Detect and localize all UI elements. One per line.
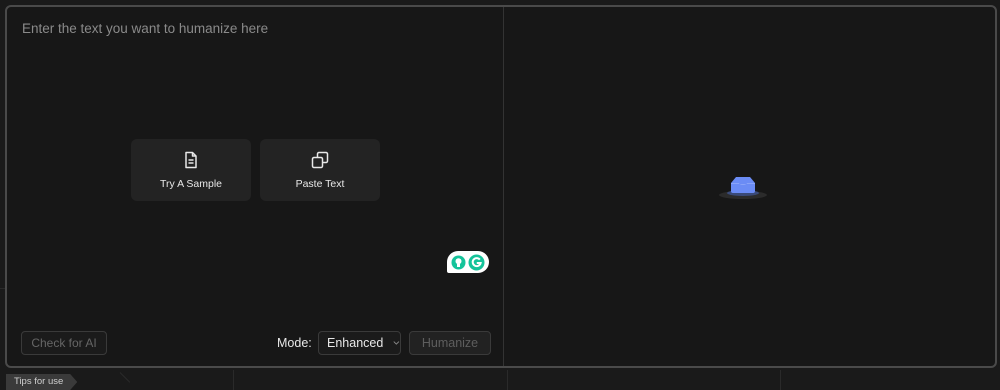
paste-text-label: Paste Text xyxy=(295,177,345,190)
background-grid-line xyxy=(119,372,131,383)
mode-select-value: Enhanced xyxy=(327,336,384,350)
check-for-ai-button[interactable]: Check for AI xyxy=(21,331,107,355)
humanizer-panel: Enter the text you want to humanize here… xyxy=(5,5,997,368)
grammarly-icon xyxy=(468,254,485,270)
background-grid-line xyxy=(780,370,781,390)
humanize-button[interactable]: Humanize xyxy=(409,331,491,355)
background-grid-line xyxy=(233,370,234,390)
text-input-placeholder[interactable]: Enter the text you want to humanize here xyxy=(22,21,268,36)
mode-label: Mode: xyxy=(277,336,312,350)
input-bottom-bar: Check for AI Mode: Enhanced Humanize xyxy=(7,331,503,355)
copy-icon xyxy=(311,151,329,168)
background-grid-line xyxy=(507,370,508,390)
lightbulb-icon xyxy=(451,255,466,269)
document-icon xyxy=(185,151,197,168)
paste-text-button[interactable]: Paste Text xyxy=(260,139,380,201)
empty-box-icon xyxy=(719,177,767,199)
chevron-down-icon xyxy=(393,341,400,345)
try-sample-label: Try A Sample xyxy=(159,177,223,190)
tips-for-use-tab[interactable]: Tips for use xyxy=(6,374,78,390)
input-pane[interactable]: Enter the text you want to humanize here… xyxy=(7,7,503,366)
grammarly-widget[interactable] xyxy=(447,251,489,273)
mode-select[interactable]: Enhanced xyxy=(318,331,401,355)
try-sample-button[interactable]: Try A Sample xyxy=(131,139,251,201)
